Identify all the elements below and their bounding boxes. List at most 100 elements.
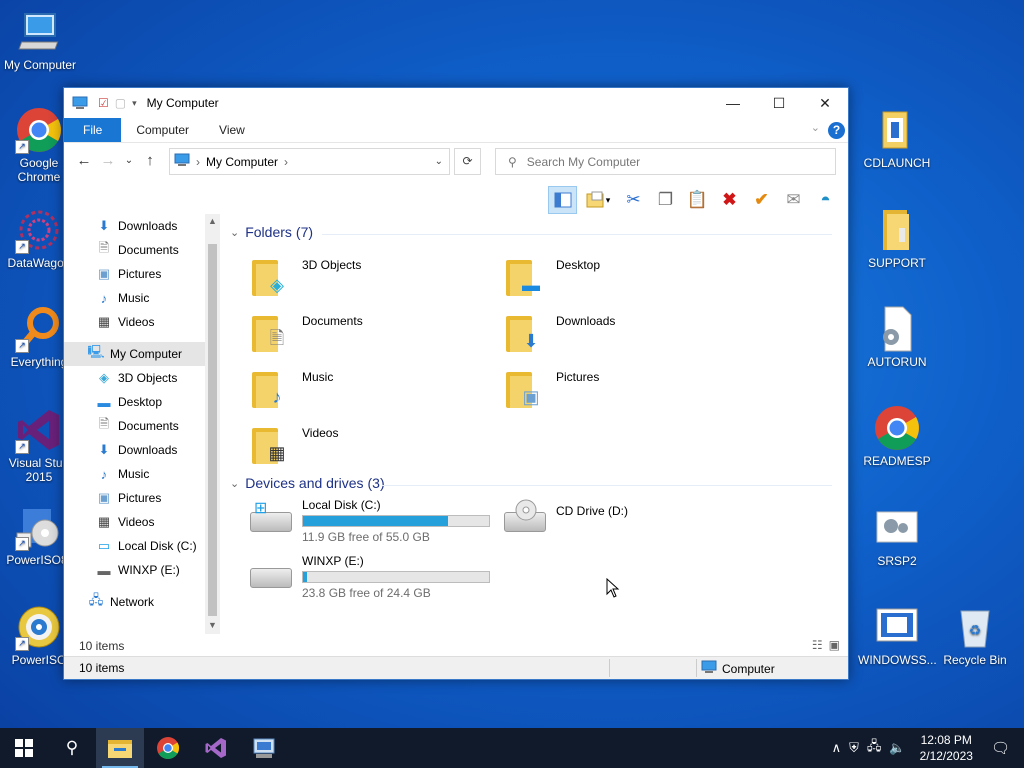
back-button[interactable]: ← [72,152,96,169]
expand-ribbon-icon[interactable]: ⌄ [811,121,820,134]
nav-item-downloads-pinned[interactable]: ⬇Downloads📌 [64,214,220,238]
nav-item-3d-objects[interactable]: ◈ 3D Objects [64,366,220,390]
desktop-icon-label: AUTORUN [867,355,927,369]
nav-item-music[interactable]: ♪ Music [64,286,220,310]
address-dropdown-icon[interactable]: ⌄ [435,156,443,167]
taskbar-file-explorer[interactable] [96,728,144,768]
recent-locations-button[interactable]: ⌄ [120,155,138,166]
navigation-pane: ⬇Downloads📌 🗎Documents📌 ▣Pictures📌 ♪Musi… [64,214,220,629]
volume-icon[interactable]: 🔈 [889,740,905,756]
properties-button[interactable]: ▾ [580,186,616,214]
details-view-icon[interactable]: ☷ [812,638,823,652]
network-icon[interactable]: 🖧 [867,737,882,759]
refresh-button[interactable]: ⟳ [454,148,481,175]
nav-item-pictures-pinned[interactable]: ▣Pictures📌 [64,262,220,286]
breadcrumb-chevron-icon[interactable]: › [284,155,288,169]
desktop-icon-readmesp[interactable]: READMESP [858,404,936,468]
nav-item-desktop[interactable]: ▬ Desktop [64,390,220,414]
computer-icon [174,153,190,170]
nav-item-my-computer[interactable]: 🖳 My Computer [64,342,220,366]
nav-item-local-disk-c[interactable]: ▭ Local Disk (C:) [64,534,220,558]
scroll-down-arrow-icon[interactable]: ▼ [205,620,220,630]
navigation-bar: ← → ⌄ ↑ › My Computer › ⌄ ⟳ ⚲ Search My … [64,143,848,177]
nav-item-music[interactable]: ♪ Music [64,462,220,486]
new-folder-icon[interactable]: ▢ [115,96,126,110]
maximize-button[interactable]: ☐ [756,88,802,118]
rename-check-icon[interactable]: ✔ [747,186,776,214]
email-icon[interactable]: ✉ [779,186,808,214]
desktop-icon-support[interactable]: SUPPORT [858,206,936,270]
taskbar-chrome[interactable] [144,728,192,768]
folder-tile-documents[interactable]: 🗎 Documents [244,310,494,362]
cut-icon[interactable]: ✂ [619,186,648,214]
copy-icon[interactable]: ❐ [651,186,680,214]
folder-tile-videos[interactable]: ▦ Videos [244,422,494,474]
nav-item-documents-pinned[interactable]: 🗎Documents📌 [64,238,220,262]
security-icon[interactable]: ⛨ [849,740,859,756]
address-bar[interactable]: › My Computer › ⌄ [169,148,450,175]
tab-file[interactable]: File [64,118,122,142]
folder-tile-desktop[interactable]: ▬ Desktop [498,254,748,306]
taskbar: ⚲ ∧ ⛨ 🖧 🔈 12:08 PM 2/12/2023 🗨 [0,728,1024,768]
large-icons-view-icon[interactable]: ▣ [829,638,840,652]
nav-item-winxp-e[interactable]: ▬ WINXP (E:) [64,558,220,582]
folders-group-header[interactable]: ⌄ Folders (7) [230,224,313,240]
paste-icon[interactable]: 📋 [683,186,712,214]
folder-icon: 🗎 [250,310,292,356]
tab-view[interactable]: View [204,118,260,142]
nav-item-documents[interactable]: 🗎 Documents [64,414,220,438]
drive-tile-winxp-e[interactable]: WINXP (E:) 23.8 GB free of 24.4 GB [244,554,494,606]
drive-tile-local-disk-c[interactable]: ⊞ Local Disk (C:) 11.9 GB free of 55.0 G… [244,498,494,550]
nav-pane-scrollbar[interactable]: ▲ ▼ [205,214,220,634]
chevron-up-icon[interactable]: ∧ [832,740,842,756]
customize-dropdown-icon[interactable]: ▾ [132,98,137,109]
nav-item-network[interactable]: 🖧 Network [64,590,220,614]
disk-icon: ▬ [97,562,111,578]
collapse-chevron-icon[interactable]: ⌄ [230,226,239,239]
scrollbar-thumb[interactable] [208,244,217,616]
close-button[interactable]: ✕ [802,88,848,118]
windows-logo-icon [15,739,33,757]
breadcrumb[interactable]: My Computer [206,155,278,169]
forward-button[interactable]: → [96,152,120,169]
notifications-icon[interactable]: 🗨 [991,739,1010,757]
title-bar[interactable]: ☑ ▢ ▾ My Computer — ☐ ✕ [64,88,848,118]
cdlaunch-icon [873,106,921,154]
network-shell-icon[interactable]: ◓ [811,186,840,214]
desktop-icon-cdlaunch[interactable]: CDLAUNCH [858,106,936,170]
folder-tile-music[interactable]: ♪ Music [244,366,494,418]
delete-icon[interactable]: ✖ [715,186,744,214]
minimize-button[interactable]: — [710,88,756,118]
drives-group-header[interactable]: ⌄ Devices and drives (3) [230,475,385,491]
cube-icon: ◈ [99,370,109,385]
properties-icon[interactable]: ☑ [98,96,109,110]
drive-tile-cd-drive-d[interactable]: CD Drive (D:) [498,498,748,550]
folder-tile-3d-objects[interactable]: ◈ 3D Objects [244,254,494,306]
help-icon[interactable]: ? [828,122,845,139]
desktop-icon-autorun[interactable]: AUTORUN [858,305,936,369]
taskbar-visual-studio[interactable] [192,728,240,768]
collapse-chevron-icon[interactable]: ⌄ [230,477,239,490]
clock[interactable]: 12:08 PM 2/12/2023 [920,732,973,764]
tab-computer[interactable]: Computer [121,118,204,142]
mouse-pointer-icon [606,577,620,603]
up-button[interactable]: ↑ [138,152,162,169]
search-input[interactable]: ⚲ Search My Computer [495,148,836,175]
folder-tile-downloads[interactable]: ⬇ Downloads [498,310,748,362]
nav-item-videos[interactable]: ▦ Videos [64,510,220,534]
search-button[interactable]: ⚲ [48,728,96,768]
desktop-icon-windows-setup[interactable]: WINDOWSS... [858,603,936,667]
scroll-up-arrow-icon[interactable]: ▲ [205,216,220,226]
nav-item-videos[interactable]: ▦ Videos [64,310,220,334]
taskbar-app[interactable] [240,728,288,768]
desktop-icon-recycle-bin[interactable]: ♻ Recycle Bin [936,603,1014,667]
nav-item-pictures[interactable]: ▣ Pictures [64,486,220,510]
nav-item-downloads[interactable]: ⬇ Downloads [64,438,220,462]
content-area: ⌄ Folders (7) ◈ 3D Objects ▬ Desktop 🗎 D… [222,214,842,629]
breadcrumb-chevron-icon[interactable]: › [196,155,200,169]
start-button[interactable] [0,728,48,768]
folder-tile-pictures[interactable]: ▣ Pictures [498,366,748,418]
preview-pane-button[interactable] [548,186,577,214]
desktop-icon-my-computer[interactable]: My Computer [1,8,79,72]
desktop-icon-srsp2[interactable]: SRSP2 [858,504,936,568]
